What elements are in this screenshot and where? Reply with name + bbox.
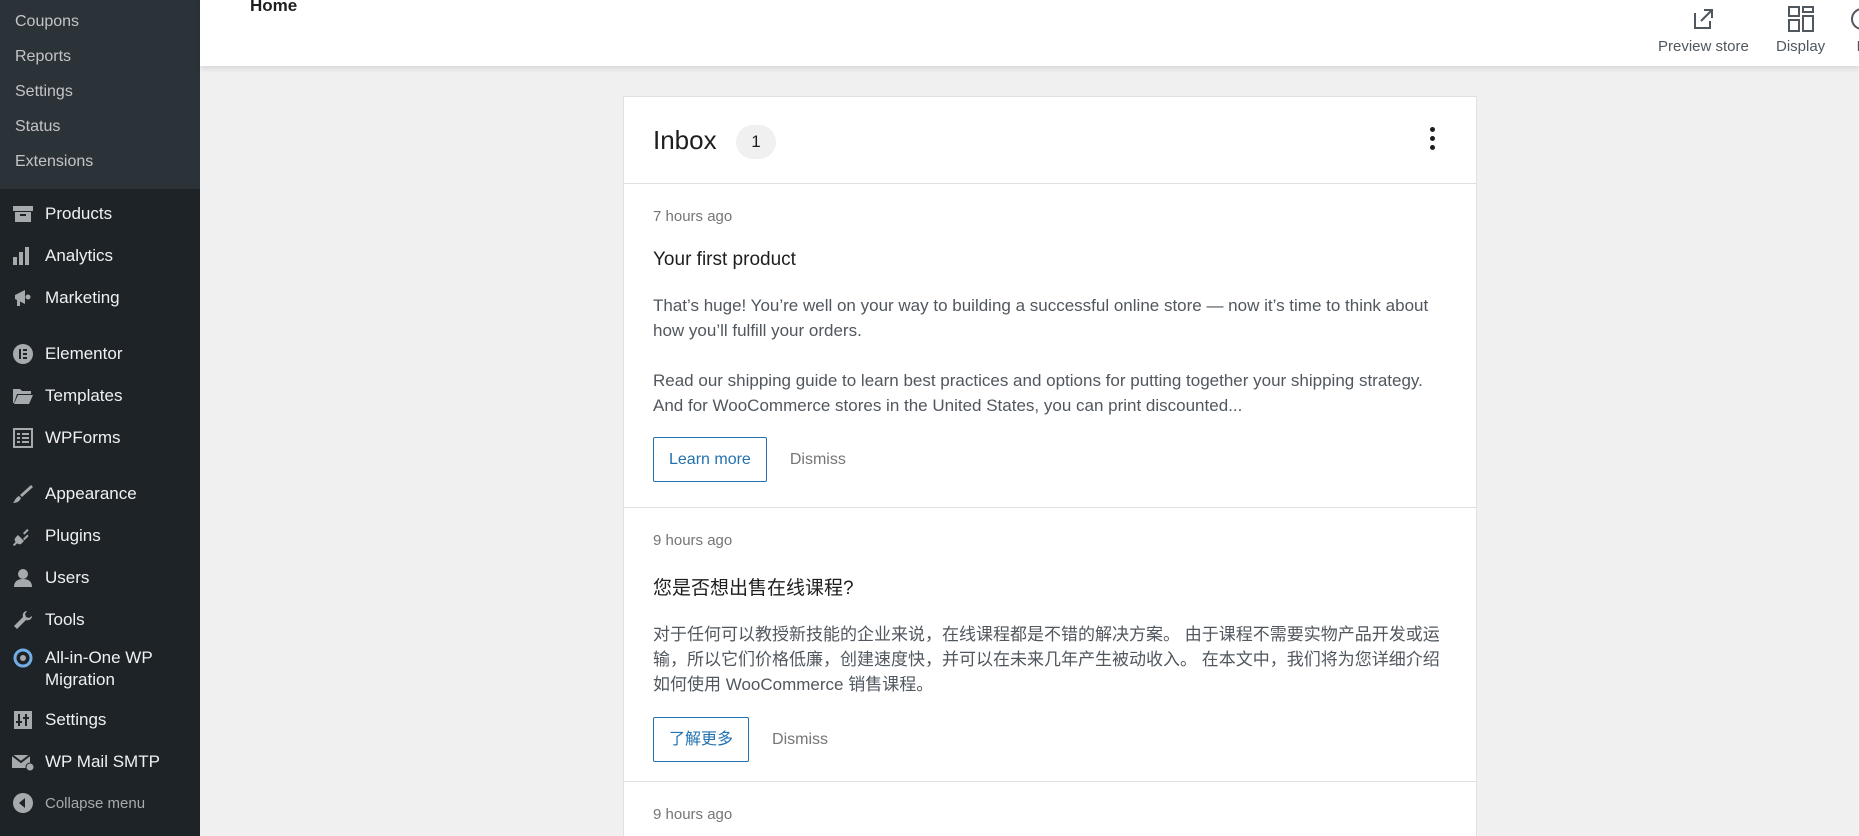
- menu-label: Elementor: [45, 344, 123, 363]
- sliders-icon: [12, 709, 34, 731]
- menu-separator: [0, 319, 200, 333]
- collapse-menu-button[interactable]: Collapse menu: [0, 783, 200, 823]
- menu-label: Analytics: [45, 246, 114, 265]
- submenu-status[interactable]: Status: [0, 113, 200, 148]
- inbox-count-badge: 1: [736, 125, 776, 159]
- inbox-note: 9 hours ago 您是否想出售在线课程? 对于任何可以教授新技能的企业来说…: [624, 508, 1476, 782]
- note-timestamp: 7 hours ago: [653, 208, 733, 225]
- menu-label: Users: [45, 568, 90, 587]
- note-timestamp: 9 hours ago: [653, 532, 733, 549]
- menu-label: Templates: [45, 386, 123, 405]
- mail-icon: [12, 751, 34, 773]
- menu-item-users[interactable]: Users: [0, 557, 200, 599]
- wrench-icon: [12, 609, 34, 631]
- layout-icon: [1776, 4, 1825, 34]
- learn-more-button[interactable]: 了解更多: [653, 717, 750, 762]
- note-actions: 了解更多 Dismiss: [653, 717, 1447, 782]
- menu-label: Settings: [45, 710, 107, 729]
- menu-item-settings[interactable]: Settings: [0, 699, 200, 741]
- form-icon: [12, 427, 34, 449]
- note-paragraph: 对于任何可以教授新技能的企业来说，在线课程都是不错的解决方案。 由于课程不需要实…: [653, 625, 1440, 694]
- menu-label: Marketing: [45, 288, 120, 307]
- menu-label: WP Mail SMTP: [45, 752, 160, 771]
- menu-label: Tools: [45, 610, 85, 629]
- menu-item-templates[interactable]: Templates: [0, 375, 200, 417]
- menu-item-wpforms[interactable]: WPForms: [0, 417, 200, 459]
- woocommerce-submenu: Coupons Reports Settings Status Extensio…: [0, 0, 200, 189]
- submenu-extensions[interactable]: Extensions: [0, 148, 200, 183]
- dismiss-button[interactable]: Dismiss: [772, 731, 828, 749]
- submenu-coupons[interactable]: Coupons: [0, 8, 200, 43]
- folder-icon: [12, 385, 34, 407]
- page-title: Home: [250, 0, 298, 15]
- display-options-button[interactable]: Display: [1776, 4, 1825, 55]
- elementor-icon: [12, 343, 34, 365]
- menu-item-tools[interactable]: Tools: [0, 599, 200, 641]
- megaphone-icon: [12, 287, 34, 309]
- dismiss-button[interactable]: Dismiss: [790, 451, 846, 469]
- menu-item-elementor[interactable]: Elementor: [0, 333, 200, 375]
- plug-icon: [12, 525, 34, 547]
- menu-item-all-in-one-wp-migration[interactable]: All-in-One WP Migration: [0, 641, 200, 699]
- inbox-note: 7 hours ago Your first product That’s hu…: [624, 184, 1476, 508]
- woocommerce-header: Home Preview store Display H: [200, 0, 1859, 66]
- note-body: That’s huge! You’re well on your way to …: [653, 293, 1447, 418]
- admin-sidebar: Coupons Reports Settings Status Extensio…: [0, 0, 200, 836]
- menu-item-appearance[interactable]: Appearance: [0, 473, 200, 515]
- archive-icon: [12, 203, 34, 225]
- menu-label: Plugins: [45, 526, 101, 545]
- inbox-note: 9 hours ago: [624, 782, 1476, 823]
- menu-item-plugins[interactable]: Plugins: [0, 515, 200, 557]
- submenu-settings[interactable]: Settings: [0, 78, 200, 113]
- submenu-reports[interactable]: Reports: [0, 43, 200, 78]
- note-title: 您是否想出售在线课程?: [653, 578, 854, 599]
- inbox-panel: Inbox 1 7 hours ago Your first product T…: [623, 96, 1477, 836]
- menu-separator: [0, 459, 200, 473]
- collapse-arrow-icon: [12, 792, 34, 814]
- note-paragraph: Read our shipping guide to learn best pr…: [653, 371, 1423, 415]
- help-button[interactable]: H: [1850, 4, 1859, 55]
- help-icon: [1850, 4, 1859, 34]
- note-title: Your first product: [653, 249, 796, 270]
- collapse-menu-label: Collapse menu: [45, 794, 146, 812]
- note-paragraph: That’s huge! You’re well on your way to …: [653, 296, 1429, 340]
- menu-item-products[interactable]: Products: [0, 193, 200, 235]
- preview-store-label: Preview store: [1658, 38, 1749, 55]
- note-body: 对于任何可以教授新技能的企业来说，在线课程都是不错的解决方案。 由于课程不需要实…: [653, 622, 1447, 697]
- help-label: H: [1850, 38, 1859, 55]
- migration-icon: [12, 647, 34, 669]
- note-timestamp: 9 hours ago: [653, 806, 733, 823]
- menu-label: WPForms: [45, 428, 121, 447]
- preview-store-button[interactable]: Preview store: [1658, 4, 1749, 55]
- user-icon: [12, 567, 34, 589]
- menu-item-marketing[interactable]: Marketing: [0, 277, 200, 319]
- more-options-icon[interactable]: [1426, 127, 1438, 157]
- main-menu: Products Analytics Marketing Elementor T…: [0, 189, 200, 823]
- display-label: Display: [1776, 38, 1826, 55]
- inbox-title: Inbox: [653, 125, 717, 155]
- note-actions: Learn more Dismiss: [653, 437, 1447, 502]
- menu-label: Products: [45, 204, 113, 223]
- menu-item-analytics[interactable]: Analytics: [0, 235, 200, 277]
- menu-item-wp-mail-smtp[interactable]: WP Mail SMTP: [0, 741, 200, 783]
- bar-chart-icon: [12, 245, 34, 267]
- external-link-icon: [1658, 4, 1749, 34]
- inbox-header: Inbox 1: [624, 97, 1476, 184]
- menu-label: Appearance: [45, 484, 137, 503]
- menu-label: All-in-One WP Migration: [45, 648, 153, 689]
- learn-more-button[interactable]: Learn more: [653, 437, 767, 482]
- paintbrush-icon: [12, 483, 34, 505]
